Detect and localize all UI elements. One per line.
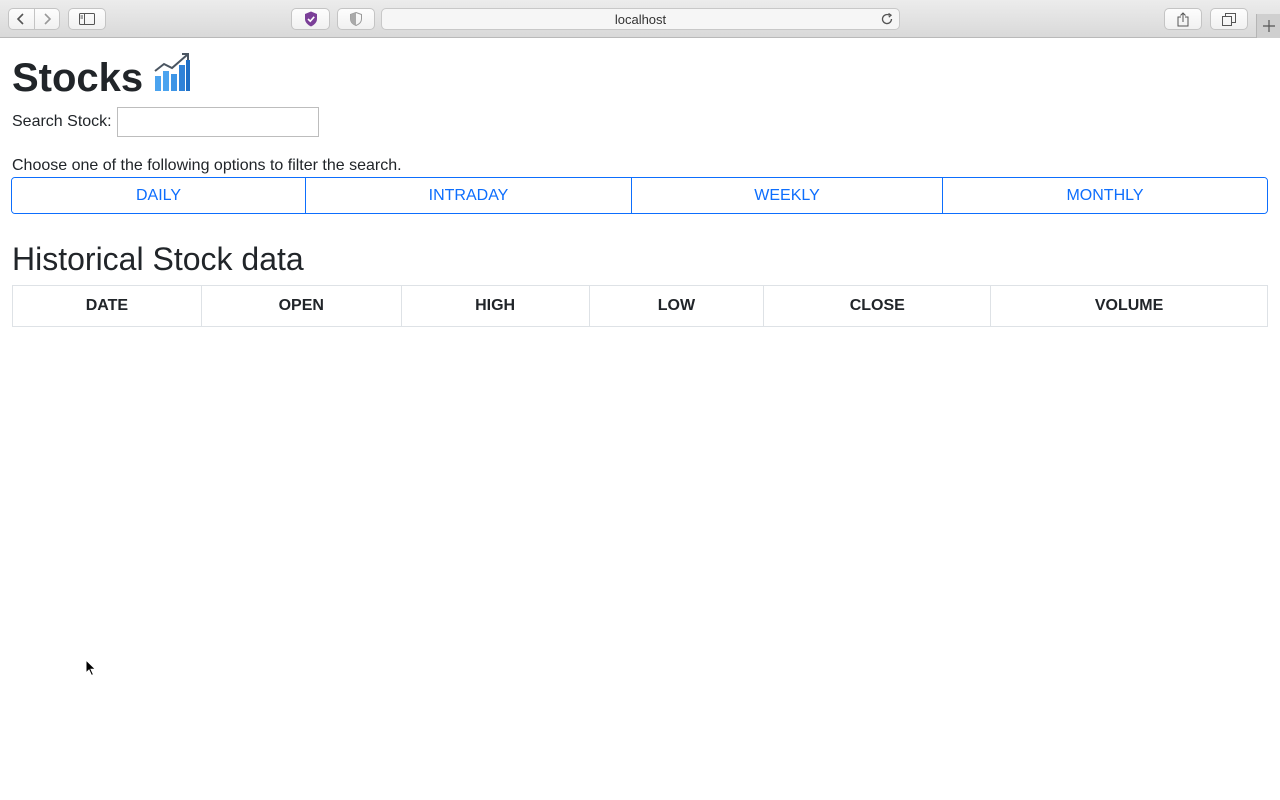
monthly-filter-button[interactable]: MONTHLY [942,178,1267,213]
sidebar-toggle-button[interactable] [68,8,106,30]
privacy-extension-button[interactable] [291,8,330,30]
new-tab-button[interactable] [1256,14,1280,38]
navigation-buttons [8,8,60,30]
stock-data-table: DATE OPEN HIGH LOW CLOSE VOLUME [12,285,1268,327]
column-header-open: OPEN [200,285,402,327]
sidebar-icon [79,13,95,25]
column-header-close: CLOSE [763,285,992,327]
column-header-date: DATE [12,285,202,327]
weekly-filter-button[interactable]: WEEKLY [631,178,942,213]
chevron-right-icon [44,13,52,25]
tabs-icon [1222,12,1236,26]
url-text: localhost [614,11,667,27]
column-header-volume: VOLUME [990,285,1268,327]
shield-check-icon [304,11,317,27]
table-header-row: DATE OPEN HIGH LOW CLOSE VOLUME [12,285,1268,327]
search-row: Search Stock: [12,107,319,137]
share-button[interactable] [1164,8,1202,30]
page-content: Stocks Search Stock: Choose one of the f… [0,38,1280,800]
search-label: Search Stock: [12,113,112,130]
share-icon [1177,11,1189,26]
intraday-filter-button[interactable]: INTRADAY [305,178,631,213]
daily-filter-button[interactable]: DAILY [12,178,305,213]
page-title: Stocks [12,52,191,103]
address-bar[interactable]: localhost [381,8,900,30]
reload-icon[interactable] [880,12,894,26]
filter-button-group: DAILY INTRADAY WEEKLY MONTHLY [11,177,1268,214]
chevron-left-icon [17,13,25,25]
reader-shield-button[interactable] [337,8,375,30]
table-title: Historical Stock data [12,241,304,277]
plus-icon [1262,20,1275,32]
column-header-low: LOW [588,285,765,327]
chart-increasing-icon [153,52,191,103]
column-header-high: HIGH [400,285,590,327]
back-button[interactable] [9,9,34,29]
mouse-cursor-icon [85,659,97,677]
search-input[interactable] [116,107,319,137]
half-shield-icon [350,12,362,26]
filter-instructions: Choose one of the following options to f… [12,157,402,174]
tab-overview-button[interactable] [1210,8,1248,30]
forward-button[interactable] [33,9,59,29]
page-title-text: Stocks [12,55,144,100]
browser-toolbar: localhost [0,0,1280,38]
